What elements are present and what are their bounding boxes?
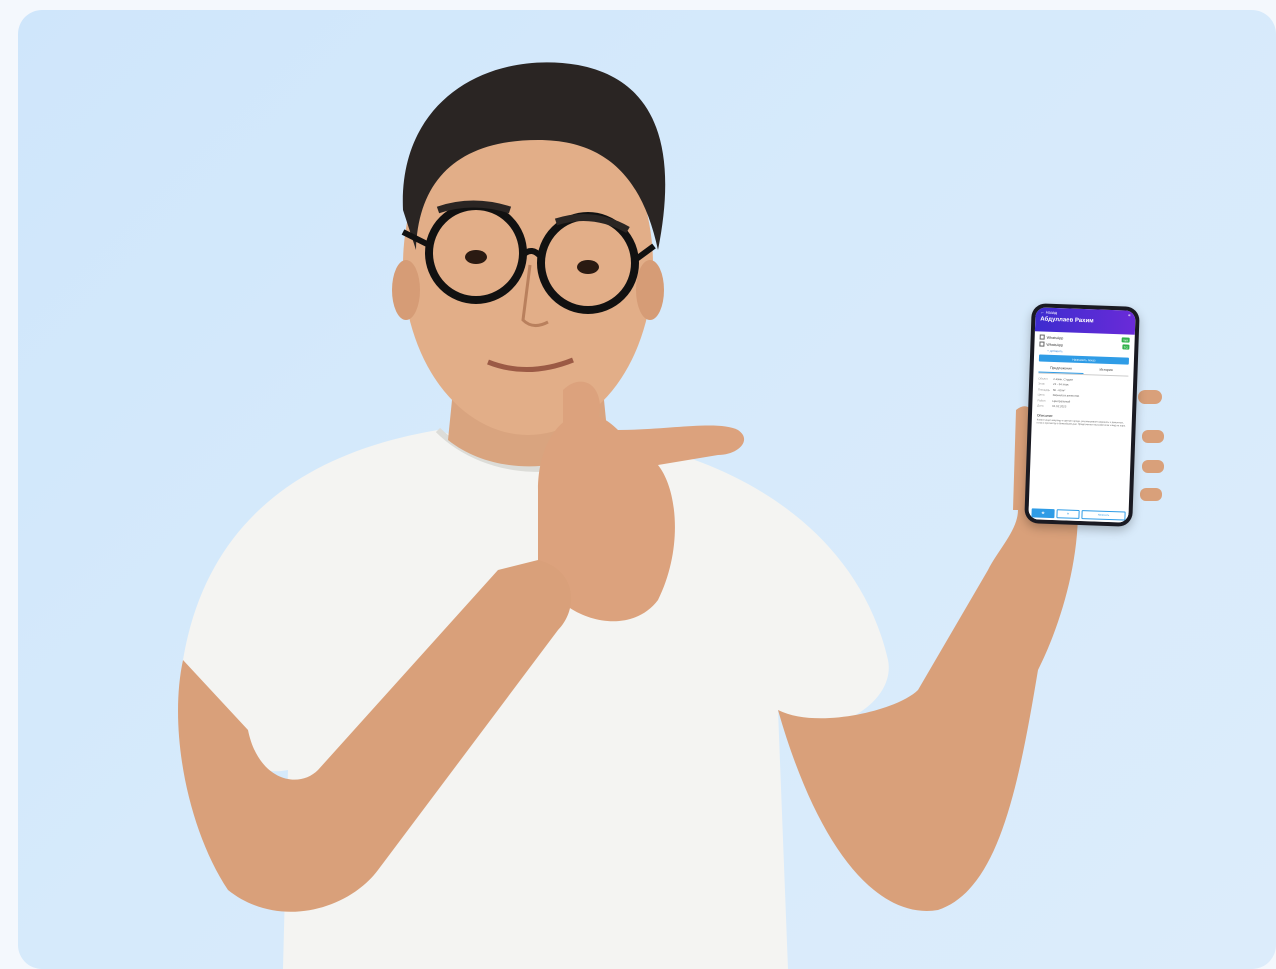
message-button[interactable]: ✉ (1056, 509, 1080, 519)
contact-rows: WhatsApp WA WhatsApp TG + добавить (1034, 331, 1135, 355)
comment-text: Клиент ищет квартиру в центре города, ра… (1036, 418, 1126, 428)
checkbox-icon (1039, 334, 1045, 340)
client-name: Абдуллаев Рахим (1040, 316, 1094, 325)
contact-label: WhatsApp (1046, 342, 1064, 347)
write-button[interactable]: Написать (1081, 510, 1126, 521)
primary-button[interactable]: Назначить показ (1038, 354, 1130, 365)
back-link[interactable]: ← Назад (1040, 309, 1057, 315)
status-badge: WA (1121, 337, 1130, 343)
menu-icon[interactable]: ≡ (1128, 313, 1131, 318)
details-list: Объект 2-комн. Студия Этаж 23 - 34 этаж Пл… (1032, 373, 1133, 415)
hero-banner: ← Назад ≡ Абдуллаев Рахим WhatsApp WA Wh… (18, 10, 1276, 969)
smartphone: ← Назад ≡ Абдуллаев Рахим WhatsApp WA Wh… (1024, 303, 1140, 527)
bottom-action-bar: ☎ ✉ Написать (1028, 506, 1129, 523)
call-button[interactable]: ☎ (1031, 508, 1055, 519)
checkbox-icon (1039, 341, 1045, 347)
status-badge: TG (1122, 344, 1130, 350)
app-header: ← Назад ≡ Абдуллаев Рахим (1034, 307, 1136, 335)
contact-label: WhatsApp (1046, 335, 1064, 340)
phone-screen: ← Назад ≡ Абдуллаев Рахим WhatsApp WA Wh… (1028, 307, 1136, 523)
